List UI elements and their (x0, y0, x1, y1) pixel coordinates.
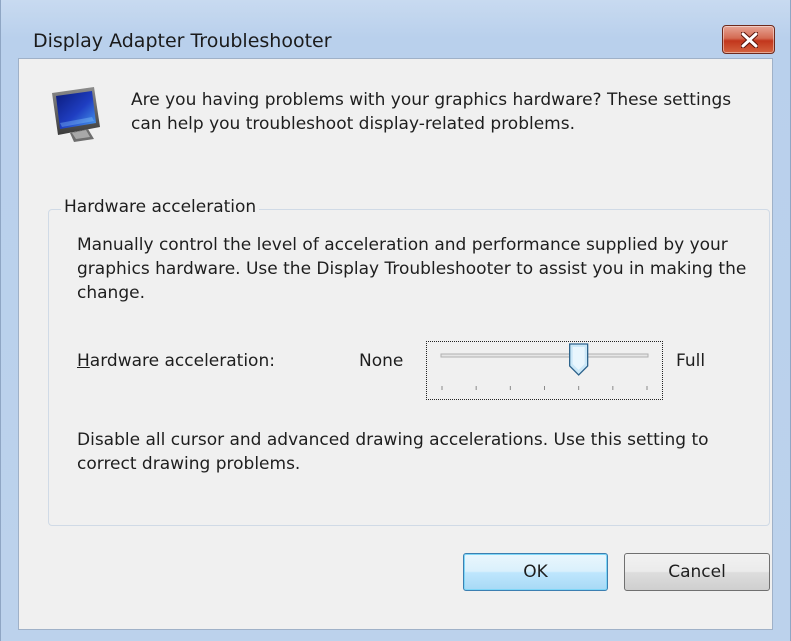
hardware-acceleration-slider[interactable] (426, 341, 663, 400)
close-icon (741, 32, 758, 48)
intro-text: Are you having problems with your graphi… (131, 90, 732, 134)
cancel-button[interactable]: Cancel (624, 553, 770, 591)
monitor-icon (52, 87, 100, 142)
dialog-body: Are you having problems with your graphi… (18, 58, 773, 630)
group-description: Manually control the level of accelerati… (77, 235, 747, 303)
hardware-acceleration-label: Hardware acceleration: (77, 351, 275, 371)
group-legend: Hardware acceleration (61, 197, 260, 217)
acceleration-level-note: Disable all cursor and advanced drawing … (77, 430, 709, 474)
hardware-acceleration-label-rest: ardware acceleration: (89, 351, 275, 371)
close-button[interactable] (722, 25, 775, 54)
dialog-window: Display Adapter Troubleshooter Are you h… (0, 0, 791, 641)
ok-button[interactable]: OK (463, 553, 608, 591)
slider-thumb[interactable] (569, 343, 589, 376)
slider-track (440, 343, 649, 390)
access-key: H (77, 351, 90, 371)
slider-max-label: Full (676, 351, 706, 371)
slider-min-label: None (359, 351, 404, 371)
window-title: Display Adapter Troubleshooter (33, 30, 332, 52)
